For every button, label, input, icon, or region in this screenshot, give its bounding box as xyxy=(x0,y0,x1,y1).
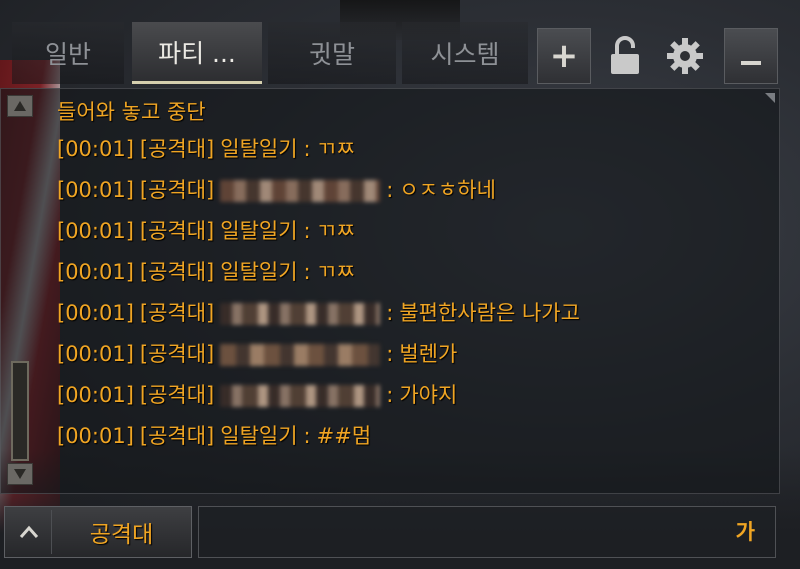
lock-button[interactable] xyxy=(598,28,652,84)
message-time: [00:01] xyxy=(57,301,134,325)
message-text: 가야지 xyxy=(399,383,458,407)
chat-input-bar: 공격대 가 xyxy=(0,502,780,560)
blurred-sender-name[interactable] xyxy=(220,302,381,325)
channel-select-button[interactable]: 공격대 xyxy=(4,506,192,558)
chat-message: [00:01] [공격대] : 벌렌가 xyxy=(57,334,767,375)
minimize-icon xyxy=(741,61,761,65)
message-sender[interactable]: 일탈일기 xyxy=(220,252,297,293)
chat-message: [00:01] [공격대] 일탈일기 : ##멈 xyxy=(57,416,767,457)
chevron-up-icon xyxy=(19,525,39,538)
tab-system[interactable]: 시스템 xyxy=(402,22,528,84)
blurred-sender-name[interactable] xyxy=(220,343,381,366)
chat-log-panel[interactable]: 들어와 놓고 중단 [00:01] [공격대] 일탈일기 : ㄲㅉ [00:01… xyxy=(0,88,780,494)
chat-message: [00:01] [공격대] 일탈일기 : ㄲㅉ xyxy=(57,211,767,252)
chat-messages: 들어와 놓고 중단 [00:01] [공격대] 일탈일기 : ㄲㅉ [00:01… xyxy=(57,95,767,457)
chat-scrollbar[interactable] xyxy=(7,95,35,491)
message-sender[interactable]: 일탈일기 xyxy=(220,211,297,252)
message-channel: [공격대] xyxy=(139,219,215,243)
gear-icon xyxy=(667,38,703,74)
message-separator: : xyxy=(303,424,311,448)
message-channel: [공격대] xyxy=(139,260,215,284)
channel-expand[interactable] xyxy=(7,510,52,554)
message-time: [00:01] xyxy=(57,219,134,243)
message-separator: : xyxy=(386,383,394,407)
scroll-down-button[interactable] xyxy=(7,463,33,485)
chat-message: [00:01] [공격대] : 불편한사람은 나가고 xyxy=(57,293,767,334)
message-text: 들어와 놓고 중단 xyxy=(57,100,206,124)
add-tab-button[interactable]: + xyxy=(537,28,591,84)
message-time: [00:01] xyxy=(57,178,134,202)
message-channel: [공격대] xyxy=(139,137,215,161)
message-separator: : xyxy=(386,178,394,202)
message-channel: [공격대] xyxy=(139,424,215,448)
settings-button[interactable] xyxy=(658,28,712,84)
message-separator: : xyxy=(386,301,394,325)
tab-whisper[interactable]: 귓말 xyxy=(268,22,396,84)
chat-message: [00:01] [공격대] : 가야지 xyxy=(57,375,767,416)
message-text: ㅇㅈㅎ하네 xyxy=(399,178,496,202)
unlock-icon xyxy=(611,36,639,74)
tab-party[interactable]: 파티 ... xyxy=(132,22,262,84)
message-separator: : xyxy=(303,260,311,284)
message-text: ㄲㅉ xyxy=(316,137,356,161)
message-text: ##멈 xyxy=(316,424,372,448)
arrow-up-icon xyxy=(14,101,26,111)
tab-label: 귓말 xyxy=(308,40,355,69)
message-time: [00:01] xyxy=(57,424,134,448)
chat-message: [00:01] [공격대] 일탈일기 : ㄲㅉ xyxy=(57,129,767,170)
message-channel: [공격대] xyxy=(139,178,215,202)
tab-label: 일반 xyxy=(44,40,91,69)
ime-mode-indicator[interactable]: 가 xyxy=(736,507,755,557)
scroll-thumb[interactable] xyxy=(11,361,29,461)
message-separator: : xyxy=(303,137,311,161)
chat-message: 들어와 놓고 중단 xyxy=(57,95,767,129)
message-time: [00:01] xyxy=(57,260,134,284)
message-text: ㄲㅉ xyxy=(316,260,356,284)
scroll-up-button[interactable] xyxy=(7,95,33,117)
message-channel: [공격대] xyxy=(139,342,215,366)
message-text: 벌렌가 xyxy=(399,342,458,366)
message-sender[interactable]: 일탈일기 xyxy=(220,416,297,457)
plus-icon: + xyxy=(549,36,579,76)
chat-message: [00:01] [공격대] 일탈일기 : ㄲㅉ xyxy=(57,252,767,293)
blurred-sender-name[interactable] xyxy=(220,384,381,407)
blurred-sender-name[interactable] xyxy=(220,179,381,202)
message-text: 불편한사람은 나가고 xyxy=(399,301,580,325)
arrow-down-icon xyxy=(14,469,26,479)
message-time: [00:01] xyxy=(57,383,134,407)
message-time: [00:01] xyxy=(57,137,134,161)
message-channel: [공격대] xyxy=(139,301,215,325)
minimize-button[interactable] xyxy=(724,28,778,84)
tab-label: 시스템 xyxy=(430,40,500,69)
tab-label: 파티 ... xyxy=(158,38,236,68)
chat-message: [00:01] [공격대] : ㅇㅈㅎ하네 xyxy=(57,170,767,211)
chat-tab-bar: 일반 파티 ... 귓말 시스템 + xyxy=(0,0,800,88)
message-sender[interactable]: 일탈일기 xyxy=(220,129,297,170)
message-text: ㄲㅉ xyxy=(316,219,356,243)
message-time: [00:01] xyxy=(57,342,134,366)
message-separator: : xyxy=(303,219,311,243)
channel-label: 공격대 xyxy=(89,522,154,548)
chat-message-input[interactable]: 가 xyxy=(198,506,776,558)
message-separator: : xyxy=(386,342,394,366)
message-channel: [공격대] xyxy=(139,383,215,407)
tab-general[interactable]: 일반 xyxy=(12,22,124,84)
